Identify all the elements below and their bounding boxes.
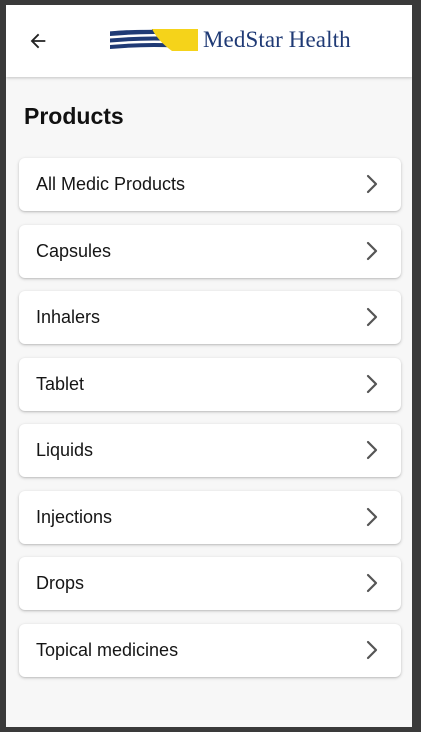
list-item-label: Injections: [36, 506, 113, 527]
chevron-right-icon: [366, 640, 378, 659]
app-bar: MedStar Health: [6, 5, 412, 77]
app-screen: MedStar Health Products All Medic Produc…: [6, 5, 412, 727]
list-item-liquids[interactable]: Liquids: [19, 424, 401, 477]
list-item-inhalers[interactable]: Inhalers: [19, 291, 401, 344]
list-item-injections[interactable]: Injections: [19, 490, 401, 544]
list-item-drops[interactable]: Drops: [19, 557, 401, 610]
list-item-label: All Medic Products: [36, 174, 186, 194]
list-item-label: Tablet: [36, 373, 85, 394]
medstar-logo-mark: [110, 29, 198, 51]
list-item-label: Topical medicines: [36, 639, 179, 660]
chevron-right-icon: [366, 440, 378, 460]
back-button[interactable]: [24, 27, 52, 55]
list-item-label: Capsules: [36, 240, 112, 261]
chevron-right-icon: [366, 241, 378, 260]
chevron-right-icon: [366, 573, 378, 593]
list-item-label: Drops: [36, 573, 85, 593]
list-item-all-medic-products[interactable]: All Medic Products: [19, 158, 401, 211]
list-item-topical-medicines[interactable]: Topical medicines: [19, 623, 401, 677]
list-item-tablet[interactable]: Tablet: [19, 357, 401, 411]
list-item-label: Inhalers: [36, 307, 101, 327]
medstar-logo: MedStar Health: [110, 25, 351, 55]
chevron-right-icon: [366, 507, 378, 526]
page-title: Products: [24, 103, 124, 129]
chevron-right-icon: [366, 374, 378, 393]
list-item-capsules[interactable]: Capsules: [19, 224, 401, 278]
chevron-right-icon: [366, 174, 378, 194]
arrow-left-icon: [30, 33, 46, 49]
logo-wordmark: MedStar Health: [203, 27, 351, 52]
chevron-right-icon: [366, 307, 378, 327]
list-item-label: Liquids: [36, 440, 94, 460]
